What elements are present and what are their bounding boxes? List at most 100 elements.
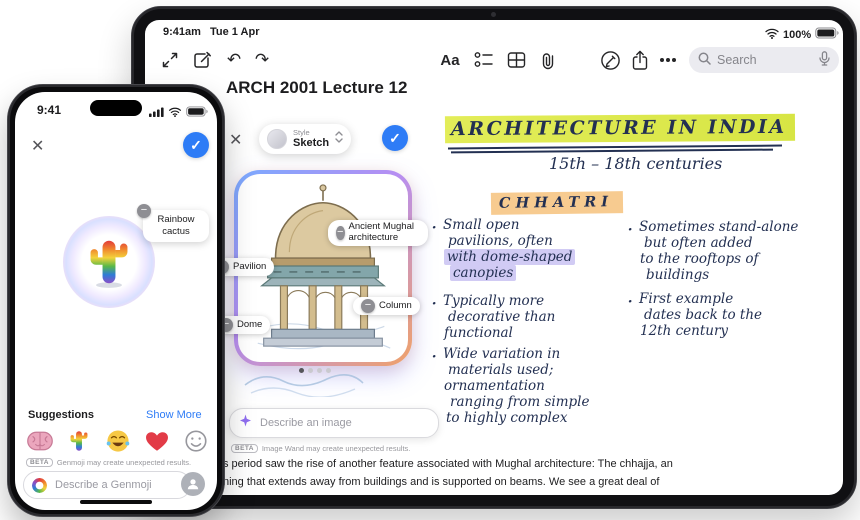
undo-icon[interactable]: ↶ (221, 47, 247, 73)
show-more-link[interactable]: Show More (146, 409, 202, 421)
aa-label: Aa (440, 51, 460, 69)
iphone-time: 9:41 (37, 103, 62, 117)
collapse-toolbar-icon[interactable] (157, 47, 183, 73)
beta-text: Image Wand may create unexpected results… (261, 444, 411, 453)
style-label: Style (293, 128, 310, 138)
style-value: Sketch (293, 136, 330, 149)
hw-line-highlighted: canopies (450, 265, 517, 281)
battery-percent: 100% (783, 29, 812, 41)
describe-image-input[interactable] (229, 408, 439, 438)
dynamic-island (90, 100, 142, 116)
remove-tag-icon[interactable]: − (361, 299, 375, 313)
hw-line: to the rooftops of (640, 251, 759, 267)
hw-line: 12th century (640, 323, 729, 339)
iphone-genmoji-app: 9:41 ✕ ✓ Rainbow cactus − Suggestions Sh… (15, 92, 217, 510)
pencil-circle-icon[interactable] (597, 47, 623, 73)
genmoji-result-tag[interactable]: Rainbow cactus (143, 210, 209, 242)
wifi-icon (168, 104, 182, 122)
style-picker[interactable]: Style Sketch (259, 124, 352, 154)
tag-label: Pavilion (233, 260, 267, 272)
heading-highlight: ARCHITECTURE IN INDIA (444, 113, 795, 144)
handwritten-heading: ARCHITECTURE IN INDIA (444, 113, 795, 144)
beta-badge: BETA (231, 444, 258, 453)
ipad-status-right: 100% (765, 26, 839, 44)
heart-emoji-button[interactable] (140, 424, 174, 458)
remove-tag-icon[interactable]: − (336, 225, 345, 240)
hw-line: ornamentation (444, 378, 545, 394)
describe-image-field[interactable] (258, 416, 429, 430)
ipad-notes-app: 9:41am Tue 1 Apr 100% ↶ ↷ Aa Search ARCH… (145, 20, 843, 495)
iphone-device: 9:41 ✕ ✓ Rainbow cactus − Suggestions Sh… (7, 84, 225, 517)
attachment-icon[interactable] (535, 47, 561, 73)
hw-line: functional (444, 325, 513, 341)
handwritten-subheading: 15th – 18th centuries (549, 154, 723, 173)
beta-text: Genmoji may create unexpected results. (56, 458, 192, 467)
bullet-left-1: Small open pavilions, often with dome-sh… (431, 215, 576, 281)
describe-genmoji-input[interactable] (23, 471, 191, 499)
image-playground-icon (32, 477, 47, 493)
brain-emoji-button[interactable] (23, 424, 57, 458)
remove-genmoji-icon[interactable]: − (137, 204, 151, 218)
hw-line: Typically more (443, 293, 545, 309)
hw-line: to highly complex (446, 410, 568, 426)
marketing-canvas: 9:41am Tue 1 Apr 100% ↶ ↷ Aa Search ARCH… (0, 0, 860, 520)
hw-line: buildings (646, 267, 710, 283)
wifi-icon (765, 26, 779, 44)
hw-line: decorative than (448, 309, 556, 325)
page-dots[interactable] (299, 368, 331, 373)
redo-glyph: ↷ (254, 50, 270, 70)
checklist-icon[interactable] (471, 47, 497, 73)
ipad-date: Tue 1 Apr (209, 26, 260, 38)
hw-line: materials used; (448, 362, 554, 378)
redo-icon[interactable]: ↷ (249, 47, 275, 73)
body-text-line-1: s period saw the rise of another feature… (223, 458, 673, 470)
ipad-status-left: 9:41am Tue 1 Apr (163, 26, 260, 38)
laughing-emoji-button[interactable] (101, 424, 135, 458)
mic-icon[interactable] (819, 51, 830, 69)
hw-line: dates back to the (644, 307, 762, 323)
genmoji-accept-button[interactable]: ✓ (183, 132, 209, 158)
hw-line-highlighted: with dome-shaped (444, 249, 576, 265)
hw-line: pavilions, often (448, 233, 553, 249)
note-title: ARCH 2001 Lecture 12 (226, 78, 408, 97)
tag-ancient-mughal[interactable]: − Ancient Mughal architecture (328, 220, 428, 246)
rainbow-cactus-emoji-button[interactable] (62, 424, 96, 458)
text-format-icon[interactable]: Aa (437, 47, 463, 73)
share-icon[interactable] (627, 47, 653, 73)
tag-label: Dome (237, 318, 263, 330)
image-wand-close-button[interactable]: ✕ (229, 130, 242, 150)
table-icon[interactable] (503, 47, 529, 73)
compose-icon[interactable] (189, 47, 215, 73)
iphone-status-icons (149, 104, 208, 122)
ipad-device: 9:41am Tue 1 Apr 100% ↶ ↷ Aa Search ARCH… (131, 6, 857, 509)
hw-line: First example (639, 291, 734, 307)
person-avatar-button[interactable] (181, 472, 205, 496)
bullet-right-2: First example dates back to the 12th cen… (627, 289, 762, 339)
home-indicator[interactable] (80, 500, 152, 504)
rainbow-cactus-genmoji[interactable] (85, 234, 133, 290)
smiley-emoji-button[interactable] (179, 424, 213, 458)
genmoji-close-button[interactable]: ✕ (31, 136, 44, 156)
ipad-time: 9:41am (163, 26, 201, 38)
section-heading: CHHATRI (490, 191, 624, 215)
beta-badge: BETA (26, 458, 53, 467)
heading-underline-2 (450, 148, 774, 153)
tag-column[interactable]: − Column (353, 297, 420, 315)
search-field[interactable]: Search (689, 47, 839, 73)
bullet-left-2: Typically more decorative than functiona… (431, 291, 556, 341)
sparkle-wand-icon (239, 414, 252, 432)
battery-icon (815, 26, 839, 44)
undo-glyph: ↶ (226, 50, 242, 70)
tag-label: Column (379, 299, 412, 311)
hw-line: Small open (443, 217, 520, 233)
describe-genmoji-field[interactable] (53, 478, 182, 492)
tag-label: Ancient Mughal architecture (348, 221, 414, 243)
hw-line: Sometimes stand-alone (639, 219, 799, 235)
body-text-line-2: ning that extends away from buildings an… (223, 476, 660, 488)
hw-line: but often added (644, 235, 753, 251)
more-icon[interactable] (655, 47, 681, 73)
hw-line: Wide variation in (443, 346, 561, 362)
hw-line: ranging from simple (450, 394, 590, 410)
section-highlight: CHHATRI (490, 191, 624, 215)
image-wand-accept-button[interactable]: ✓ (382, 125, 408, 151)
